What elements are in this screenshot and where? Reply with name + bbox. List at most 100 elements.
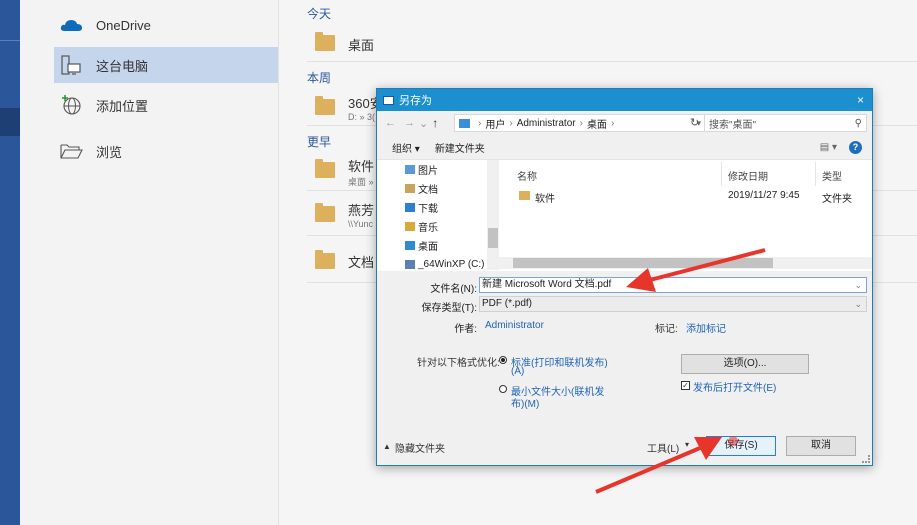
organize-menu-button[interactable]: 组织 ▾ xyxy=(392,140,420,155)
forward-arrow-icon[interactable]: → xyxy=(404,117,415,129)
folder-name: 桌面 xyxy=(348,38,375,53)
group-header-this-week: 本周 xyxy=(307,71,332,85)
tree-item-pictures[interactable]: 图片 xyxy=(405,160,438,179)
chevron-down-icon[interactable]: ⌄ xyxy=(854,278,862,292)
file-row[interactable]: 软件 2019/11/27 9:45 文件夹 xyxy=(499,187,872,205)
filename-value: 新建 Microsoft Word 文档.pdf xyxy=(482,279,612,290)
folder-icon xyxy=(315,159,335,178)
onedrive-cloud-icon xyxy=(58,12,84,38)
place-browse[interactable]: 浏览 xyxy=(54,133,278,169)
breadcrumb-separator: › xyxy=(478,117,482,129)
column-divider[interactable] xyxy=(815,162,816,186)
group-header-today: 今天 xyxy=(307,7,332,21)
dialog-title: 另存为 xyxy=(399,95,432,107)
filename-input[interactable]: 新建 Microsoft Word 文档.pdf ⌄ xyxy=(479,277,867,293)
open-after-publish-checkbox[interactable]: ✓ xyxy=(681,381,690,390)
group-header-earlier: 更早 xyxy=(307,135,332,149)
folder-path: \\Yunc xyxy=(348,219,374,229)
recent-folder-item[interactable]: 桌面 xyxy=(315,32,375,54)
view-options-icon[interactable]: ▤ ▾ xyxy=(820,142,837,153)
refresh-icon[interactable]: ↻ xyxy=(690,116,699,129)
place-label: OneDrive xyxy=(96,17,151,33)
opt-minimum-key[interactable]: 布)(M) xyxy=(511,395,539,410)
place-this-pc[interactable]: 这台电脑 xyxy=(54,47,278,83)
up-arrow-icon[interactable]: ↑ xyxy=(432,116,438,130)
open-after-publish-label[interactable]: 发布后打开文件(E) xyxy=(693,379,776,394)
close-icon[interactable]: × xyxy=(857,93,864,107)
chevron-down-icon[interactable]: ▾ xyxy=(685,440,689,449)
help-icon[interactable]: ? xyxy=(849,140,862,154)
folder-icon xyxy=(519,191,530,200)
folder-name: 文档 xyxy=(348,255,375,270)
address-bar[interactable]: › 用户 › Administrator › 桌面 › ▾ xyxy=(454,114,706,132)
divider xyxy=(307,61,917,62)
navigation-tree: 图片 文档 下载 音乐 桌面 _64WinXP (C:) xyxy=(377,159,499,271)
column-header-modified[interactable]: 修改日期 xyxy=(728,168,768,183)
folder-icon xyxy=(459,118,470,128)
folder-path: 桌面 » xyxy=(348,177,374,187)
hide-folders-button[interactable]: 隐藏文件夹 xyxy=(395,440,445,455)
save-as-dialog: 另存为 × ← → ⌄ ↑ › 用户 › Administrator › 桌面 … xyxy=(376,88,873,466)
dialog-toolbar: 组织 ▾ 新建文件夹 ▤ ▾ ? xyxy=(377,135,872,159)
new-folder-button[interactable]: 新建文件夹 xyxy=(435,140,485,155)
tags-value[interactable]: 添加标记 xyxy=(686,320,726,335)
radio-standard[interactable] xyxy=(499,356,507,364)
search-input[interactable]: 搜索"桌面" ⚲ xyxy=(704,114,867,132)
breadcrumb-desktop[interactable]: 桌面 xyxy=(587,116,607,131)
column-header-type[interactable]: 类型 xyxy=(822,168,842,183)
horizontal-scrollbar[interactable] xyxy=(499,257,872,269)
breadcrumb-users[interactable]: 用户 xyxy=(485,116,505,131)
opt-standard-key[interactable]: (A) xyxy=(511,366,524,377)
music-icon xyxy=(405,222,415,231)
options-button[interactable]: 选项(O)... xyxy=(681,354,809,374)
back-arrow-icon[interactable]: ← xyxy=(385,117,396,129)
column-header-name[interactable]: 名称 xyxy=(517,168,537,183)
documents-icon xyxy=(405,184,415,193)
resize-grip[interactable] xyxy=(862,455,870,463)
tree-item-music[interactable]: 音乐 xyxy=(405,217,438,236)
pictures-icon xyxy=(405,165,415,174)
breadcrumb-administrator[interactable]: Administrator xyxy=(517,118,576,129)
optimize-options: 针对以下格式优化: 标准(打印和联机发布) (A) 最小文件大小(联机发 布)(… xyxy=(377,351,872,411)
nav-divider xyxy=(0,40,20,41)
tree-item-documents[interactable]: 文档 xyxy=(405,179,438,198)
address-row: ← → ⌄ ↑ › 用户 › Administrator › 桌面 › ▾ ↻ … xyxy=(377,111,872,135)
globe-plus-icon xyxy=(58,92,84,118)
recent-folder-item[interactable]: 燕芳 \\Yunc xyxy=(315,200,374,229)
tree-scrollbar[interactable] xyxy=(487,160,499,270)
recent-locations-icon[interactable]: ⌄ xyxy=(419,117,428,130)
search-icon: ⚲ xyxy=(854,117,862,129)
author-value[interactable]: Administrator xyxy=(485,320,544,331)
breadcrumb-separator: › xyxy=(610,117,615,129)
file-modified: 2019/11/27 9:45 xyxy=(728,190,800,201)
tree-item-drive-c[interactable]: _64WinXP (C:) xyxy=(405,255,485,274)
scrollbar-thumb[interactable] xyxy=(488,228,498,248)
radio-minimum[interactable] xyxy=(499,385,507,393)
backstage-nav-strip xyxy=(0,0,20,525)
recent-folder-item[interactable]: 360安 D: » 3( xyxy=(315,93,383,122)
save-button[interactable]: 保存(S) xyxy=(706,436,776,456)
save-locations-pane: OneDrive 这台电脑 添加位置 浏览 xyxy=(20,0,279,525)
place-add-location[interactable]: 添加位置 xyxy=(54,87,278,123)
chevron-up-icon[interactable]: ▲ xyxy=(383,442,391,451)
filetype-select[interactable]: PDF (*.pdf) ⌄ xyxy=(479,296,867,312)
dialog-titlebar[interactable]: 另存为 × xyxy=(377,89,872,111)
filetype-label: 保存类型(T): xyxy=(421,303,477,314)
opt-standard-label[interactable]: 标准(打印和联机发布) xyxy=(511,354,608,369)
chevron-down-icon[interactable]: ⌄ xyxy=(854,297,862,311)
column-divider[interactable] xyxy=(721,162,722,186)
folder-icon xyxy=(315,203,335,222)
recent-folder-item[interactable]: 软件 桌面 » xyxy=(315,156,374,188)
filetype-value: PDF (*.pdf) xyxy=(482,298,533,309)
search-placeholder: 搜索"桌面" xyxy=(709,119,757,131)
cancel-button[interactable]: 取消 xyxy=(786,436,856,456)
recent-folder-item[interactable]: 文档 xyxy=(315,250,375,271)
place-onedrive[interactable]: OneDrive xyxy=(54,7,278,43)
dialog-footer: ▲ 隐藏文件夹 工具(L) ▾ 保存(S) 取消 xyxy=(377,434,872,458)
scrollbar-thumb[interactable] xyxy=(513,258,773,268)
tree-item-downloads[interactable]: 下载 xyxy=(405,198,438,217)
tools-menu-button[interactable]: 工具(L) xyxy=(647,440,679,455)
nav-selected-item[interactable] xyxy=(0,108,20,136)
open-folder-icon xyxy=(58,138,84,164)
tree-item-desktop[interactable]: 桌面 xyxy=(405,236,438,255)
